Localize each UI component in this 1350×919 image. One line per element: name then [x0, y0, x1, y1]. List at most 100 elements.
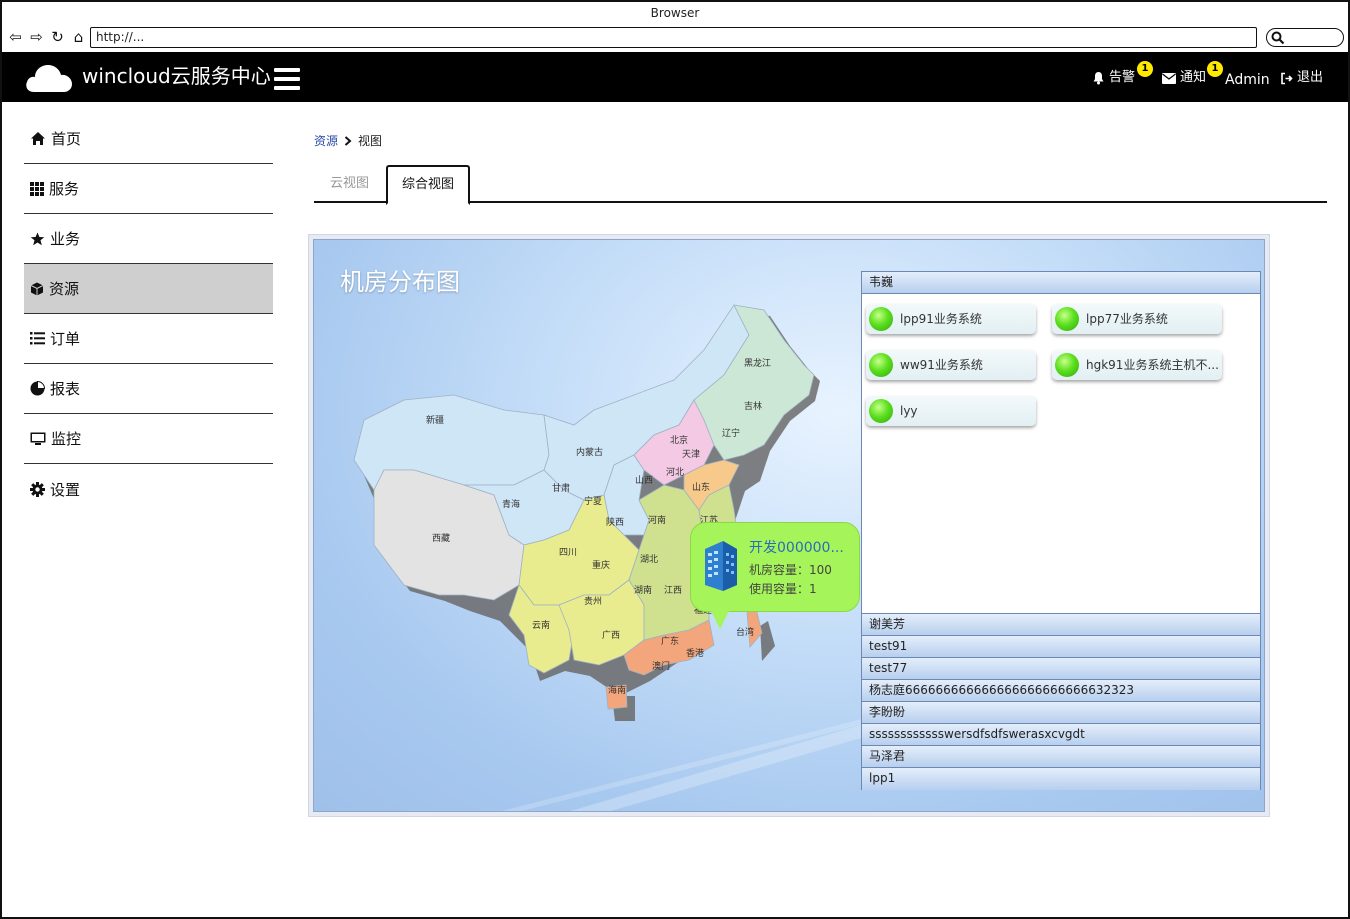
group-header[interactable]: lpp1 [862, 768, 1260, 790]
home-icon [31, 132, 45, 145]
svg-text:山东: 山东 [692, 481, 710, 493]
svg-text:黑龙江: 黑龙江 [744, 357, 771, 369]
svg-text:广东: 广东 [661, 635, 679, 647]
sidebar-item-services[interactable]: 服务 [24, 164, 273, 214]
sidebar-item-label: 监控 [51, 430, 82, 448]
logout-link[interactable]: 退出 [1280, 70, 1323, 86]
tab-integrated-view[interactable]: 综合视图 [386, 165, 471, 205]
system-label: lyy [900, 404, 918, 418]
svg-text:重庆: 重庆 [592, 559, 610, 571]
svg-text:广西: 广西 [602, 629, 620, 641]
sidebar-item-resources[interactable]: 资源 [24, 264, 273, 314]
logout-label: 退出 [1297, 70, 1324, 85]
user-menu[interactable]: Admin [1225, 72, 1270, 88]
svg-text:台湾: 台湾 [736, 626, 754, 638]
sidebar-item-settings[interactable]: 设置 [24, 464, 273, 514]
bell-icon [1093, 72, 1104, 85]
window-title: Browser [650, 6, 700, 20]
svg-text:湖北: 湖北 [640, 554, 658, 565]
system-item[interactable]: lpp91业务系统 [866, 304, 1036, 334]
alarm-label: 告警 [1109, 70, 1136, 85]
system-item[interactable]: lpp77业务系统 [1052, 304, 1222, 334]
group-header-expanded[interactable]: 韦巍 [862, 272, 1260, 294]
group-header[interactable]: 谢美芳 [862, 614, 1260, 636]
group-header[interactable]: 杨志庭666666666666666666666666632323 [862, 680, 1260, 702]
svg-text:云南: 云南 [532, 619, 550, 631]
svg-text:宁夏: 宁夏 [584, 495, 602, 507]
building-icon [705, 541, 737, 591]
breadcrumb-link-resources[interactable]: 资源 [314, 132, 338, 149]
reload-icon[interactable]: ↻ [48, 28, 67, 47]
url-bar[interactable]: http://... [90, 27, 1257, 48]
browser-search-box[interactable] [1266, 28, 1344, 47]
map-title: 机房分布图 [340, 268, 460, 296]
group-header[interactable]: test77 [862, 658, 1260, 680]
sidebar-item-home[interactable]: 首页 [24, 114, 273, 164]
breadcrumb-current: 视图 [358, 134, 383, 148]
system-item[interactable]: lyy [866, 396, 1036, 426]
group-header[interactable]: sssssssssssswersdfsdfswerasxcvgdt [862, 724, 1260, 746]
notice-count-badge: 1 [1207, 61, 1223, 77]
cube-icon [30, 282, 44, 295]
sidebar-item-orders[interactable]: 订单 [24, 314, 273, 364]
svg-text:青海: 青海 [502, 498, 520, 510]
app-brand: wincloud云服务中心 [82, 64, 271, 88]
envelope-icon [1162, 72, 1176, 84]
sidebar-item-label: 业务 [50, 230, 81, 248]
notice-link[interactable]: 通知 [1162, 70, 1206, 86]
alarm-count-badge: 1 [1137, 61, 1153, 77]
system-label: lpp77业务系统 [1086, 312, 1168, 326]
svg-text:澳门: 澳门 [652, 660, 670, 672]
svg-text:辽宁: 辽宁 [722, 427, 740, 439]
svg-text:贵州: 贵州 [584, 595, 602, 607]
system-label: hgk91业务系统主机不... [1086, 358, 1219, 372]
sidebar-item-monitor[interactable]: 监控 [24, 414, 273, 464]
notice-label: 通知 [1180, 70, 1207, 85]
gear-icon [30, 481, 45, 497]
app-header: wincloud云服务中心 告警 1 通知 1 Admin 退出 [2, 52, 1348, 102]
sidebar-item-reports[interactable]: 报表 [24, 364, 273, 414]
forward-icon[interactable]: ⇨ [27, 28, 46, 47]
status-ok-icon [869, 399, 893, 423]
svg-text:四川: 四川 [559, 548, 577, 558]
status-ok-icon [869, 353, 893, 377]
svg-text:湖南: 湖南 [634, 584, 652, 596]
star-icon [30, 232, 45, 245]
system-item[interactable]: hgk91业务系统主机不... [1052, 350, 1222, 380]
svg-text:香港: 香港 [686, 647, 704, 659]
cloud-logo-icon [26, 65, 72, 92]
breadcrumb: 资源 视图 [314, 132, 382, 149]
tab-cloud-view[interactable]: 云视图 [316, 165, 383, 203]
svg-text:山西: 山西 [635, 475, 653, 486]
group-header[interactable]: 李盼盼 [862, 702, 1260, 724]
sidebar-item-label: 首页 [51, 130, 82, 148]
sidebar-item-business[interactable]: 业务 [24, 214, 273, 264]
system-item[interactable]: ww91业务系统 [866, 350, 1036, 380]
back-icon[interactable]: ⇦ [6, 28, 25, 47]
map-canvas: 机房分布图 新疆 西藏 青海 甘肃 内蒙古 宁夏 陕西 四川 重庆 云南 贵州 … [313, 239, 1265, 812]
chevron-right-icon [344, 135, 352, 146]
svg-text:甘肃: 甘肃 [552, 482, 570, 494]
list-icon [30, 332, 45, 345]
datacenter-map-panel: 机房分布图 新疆 西藏 青海 甘肃 内蒙古 宁夏 陕西 四川 重庆 云南 贵州 … [308, 234, 1270, 817]
svg-text:内蒙古: 内蒙古 [576, 446, 603, 458]
datacenter-name: 开发000000... [749, 540, 844, 556]
browser-toolbar: ⇦ ⇨ ↻ ⌂ http://... [2, 24, 1348, 52]
status-ok-icon [1055, 353, 1079, 377]
svg-text:江西: 江西 [664, 585, 682, 596]
group-header[interactable]: 马泽君 [862, 746, 1260, 768]
svg-text:河南: 河南 [648, 514, 666, 526]
tooltip-pointer [711, 611, 729, 629]
alarm-link[interactable]: 告警 [1092, 70, 1135, 86]
grid-icon [30, 181, 44, 196]
group-header[interactable]: test91 [862, 636, 1260, 658]
datacenter-tooltip[interactable]: 开发000000... 机房容量：100 使用容量：1 [690, 522, 860, 629]
home-nav-icon[interactable]: ⌂ [69, 28, 88, 47]
sidebar-item-label: 设置 [50, 480, 81, 499]
svg-text:天津: 天津 [682, 449, 700, 460]
menu-toggle-icon[interactable] [274, 68, 300, 90]
sidebar-item-label: 资源 [49, 280, 80, 298]
status-ok-icon [1055, 307, 1079, 331]
svg-text:吉林: 吉林 [744, 400, 762, 412]
svg-text:新疆: 新疆 [426, 414, 444, 426]
